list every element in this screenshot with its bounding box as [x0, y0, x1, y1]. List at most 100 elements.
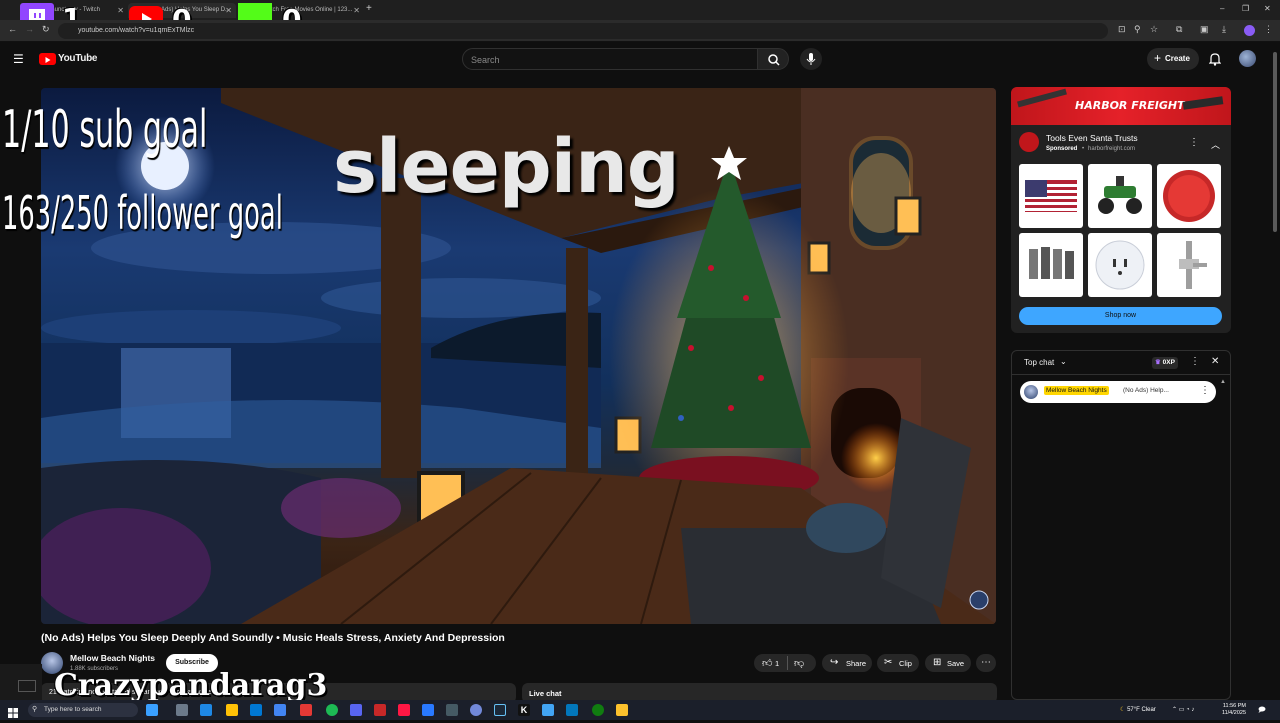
page-scrollbar[interactable] [1272, 46, 1278, 236]
youtube-logo-text[interactable]: YouTube [58, 53, 98, 64]
reload-icon[interactable]: ↻ [42, 24, 50, 35]
like-divider [787, 656, 788, 670]
video-player[interactable]: sleeping [41, 88, 996, 624]
bookmark-star-icon[interactable]: ☆ [1150, 24, 1158, 35]
taskbar-search-input[interactable]: ⚲ Type here to search [28, 703, 138, 717]
search-icon [768, 54, 780, 66]
product-red-disc[interactable] [1157, 164, 1221, 228]
app-gray-icon[interactable] [446, 704, 458, 716]
clock-time: 11:56 PM [1222, 703, 1246, 709]
ad-separator: • [1082, 146, 1085, 152]
product-sockets[interactable] [1019, 233, 1083, 297]
sponsored-ad[interactable]: HARBOR FREIGHT Tools Even Santa Trusts S… [1011, 87, 1231, 333]
close-window-button[interactable]: ✕ [1264, 4, 1271, 13]
ad-title[interactable]: Tools Even Santa Trusts [1046, 133, 1138, 143]
back-icon[interactable]: ← [8, 24, 17, 34]
system-tray-icons[interactable]: ⌃ ▭ ◔ ♪ [1172, 706, 1194, 713]
chevron-up-icon[interactable]: ︿ [1211, 138, 1220, 151]
xp-value: 0XP [1162, 359, 1175, 366]
clip-button[interactable]: ✂ Clip [877, 654, 919, 672]
product-valve[interactable] [1157, 233, 1221, 297]
notification-center-icon[interactable]: 🗩︎ [1258, 706, 1266, 717]
dislike-icon[interactable]: 👎︎ [794, 657, 804, 669]
app-chat-icon[interactable] [470, 704, 482, 716]
app-red-icon[interactable] [300, 704, 312, 716]
top-chat-dropdown[interactable]: Top chat [1024, 358, 1054, 367]
shop-now-button[interactable]: Shop now [1019, 307, 1222, 325]
plus-icon: + [1154, 51, 1162, 65]
close-icon[interactable]: ✕ [225, 6, 232, 15]
pinned-text: (No Ads) Help... [1123, 387, 1169, 394]
voice-search-button[interactable] [800, 48, 822, 70]
scissors-icon: ✂ [884, 657, 893, 668]
taskbar-clock[interactable]: 11:56 PM 11/4/2025 [1222, 703, 1246, 717]
spotify-icon[interactable] [326, 704, 338, 716]
search-icon: ⚲ [32, 706, 38, 713]
ad-banner[interactable]: HARBOR FREIGHT [1011, 87, 1231, 125]
pinned-message[interactable]: Mellow Beach Nights (No Ads) Help... ⋮ [1020, 381, 1216, 403]
product-outlet[interactable] [1088, 233, 1152, 297]
youtube-logo-icon[interactable] [39, 53, 56, 65]
download-icon[interactable]: ⤓ [1222, 24, 1226, 35]
browser-address-bar: ← → ↻ youtube.com/watch?v=u1qmExTMlzc ⊡ … [0, 20, 1280, 42]
search-button[interactable] [757, 48, 789, 70]
pinned-menu-icon[interactable]: ⋮ [1200, 385, 1210, 396]
advertiser-logo[interactable] [1019, 132, 1039, 152]
app-window-icon[interactable] [542, 704, 554, 716]
disc-icon [1163, 170, 1215, 222]
close-icon[interactable]: ✕ [117, 6, 124, 15]
close-chat-icon[interactable]: ✕ [1211, 356, 1219, 367]
notifications-bell-icon[interactable] [1208, 52, 1222, 71]
app-badge-icon[interactable] [374, 704, 386, 716]
hamburger-menu-icon[interactable]: ☰ [13, 52, 24, 66]
steam-icon[interactable] [494, 704, 506, 716]
new-tab-button[interactable]: + [366, 3, 372, 14]
product-garden-cart[interactable] [1088, 164, 1152, 228]
edge-icon[interactable] [200, 704, 212, 716]
app-yellow-icon[interactable] [616, 704, 628, 716]
file-explorer-icon[interactable] [226, 704, 238, 716]
create-button[interactable]: + Create [1147, 48, 1199, 70]
more-actions-button[interactable]: ⋯ [976, 654, 996, 672]
weather-widget[interactable]: ☾ 57°F Clear [1120, 706, 1156, 713]
close-icon[interactable]: ✕ [353, 6, 360, 15]
user-avatar[interactable] [1239, 50, 1256, 67]
app-light-blue-icon[interactable] [566, 704, 578, 716]
chrome-icon[interactable] [274, 704, 286, 716]
app-blue-icon[interactable] [422, 704, 434, 716]
save-button[interactable]: ⊞ Save [925, 654, 971, 672]
sidebar-icon[interactable]: ▣ [1200, 24, 1209, 35]
store-icon[interactable] [250, 704, 262, 716]
share-button[interactable]: ↪ Share [822, 654, 872, 672]
xbox-icon[interactable] [592, 704, 604, 716]
ad-menu-icon[interactable]: ⋮ [1189, 137, 1199, 148]
webcam-placeholder [18, 680, 36, 692]
search-input[interactable]: Search [462, 48, 758, 70]
product-flag[interactable] [1019, 164, 1083, 228]
extensions-icon[interactable]: ⧉ [1176, 24, 1182, 35]
chat-menu-icon[interactable]: ⋮ [1190, 356, 1200, 367]
maximize-button[interactable]: ❐ [1242, 4, 1249, 13]
share-label: Share [846, 659, 867, 668]
minimize-button[interactable]: – [1220, 4, 1224, 13]
like-dislike-group: 👍︎ 1 👎︎ [754, 654, 816, 672]
copilot-icon[interactable] [146, 704, 158, 716]
kick-app-icon[interactable]: K [518, 704, 530, 716]
save-label: Save [947, 659, 965, 668]
zoom-icon[interactable]: ⚲ [1134, 24, 1141, 35]
like-icon[interactable]: 👍︎ [762, 657, 772, 669]
menu-icon[interactable]: ⋮ [1264, 24, 1273, 35]
url-field[interactable]: youtube.com/watch?v=u1qmExTMlzc [58, 23, 1108, 39]
xp-badge[interactable]: ♛ 0XP [1152, 357, 1178, 369]
chevron-down-icon[interactable]: ⌄ [1060, 357, 1067, 366]
chat-scroll-up-icon[interactable]: ▲ [1220, 379, 1226, 385]
streamer-name: Crazypandarag3 [54, 668, 328, 703]
forward-icon[interactable]: → [25, 24, 34, 34]
profile-avatar[interactable] [1244, 25, 1255, 36]
task-view-icon[interactable] [176, 704, 188, 716]
discord-icon[interactable] [350, 704, 362, 716]
install-icon[interactable]: ⊡ [1118, 24, 1126, 35]
tiktok-icon[interactable] [398, 704, 410, 716]
channel-name[interactable]: Mellow Beach Nights [70, 653, 155, 663]
windows-start-icon[interactable] [8, 705, 18, 723]
